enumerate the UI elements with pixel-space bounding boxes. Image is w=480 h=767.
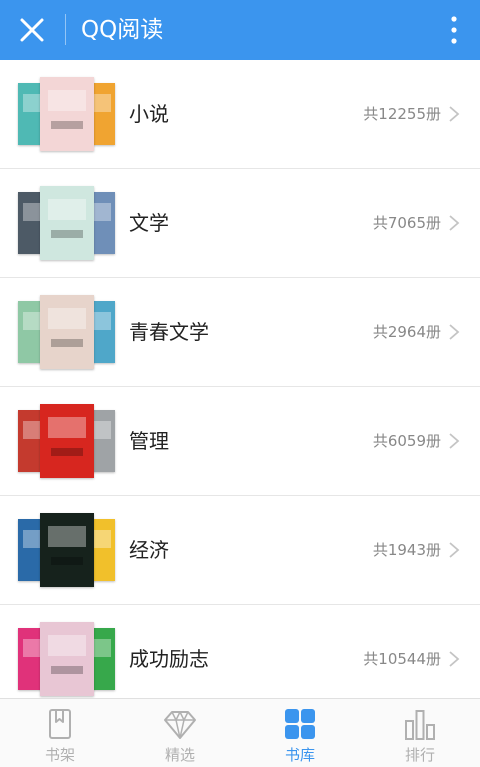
chevron-right-icon bbox=[449, 106, 460, 122]
book-count: 共7065册 bbox=[372, 214, 441, 232]
bookmark-icon bbox=[49, 709, 71, 739]
category-title: 经济 bbox=[129, 538, 169, 562]
tab-label: 排行 bbox=[404, 746, 435, 764]
category-title: 成功励志 bbox=[129, 647, 209, 671]
diamond-icon bbox=[164, 711, 196, 739]
chevron-right-icon bbox=[449, 651, 460, 667]
category-row-literature[interactable]: 文学 共7065册 bbox=[0, 169, 480, 278]
category-row-economics[interactable]: 经济 共1943册 bbox=[0, 496, 480, 605]
tab-ranking[interactable]: 排行 bbox=[360, 699, 480, 767]
chevron-right-icon bbox=[449, 542, 460, 558]
category-title: 管理 bbox=[129, 429, 169, 453]
category-title: 文学 bbox=[129, 211, 169, 235]
category-title: 青春文学 bbox=[129, 320, 209, 344]
chevron-right-icon bbox=[449, 324, 460, 340]
category-row-novel[interactable]: 小说 共12255册 bbox=[0, 60, 480, 169]
more-vertical-icon[interactable] bbox=[442, 12, 466, 48]
category-row-management[interactable]: 管理 共6059册 bbox=[0, 387, 480, 496]
book-count: 共2964册 bbox=[372, 323, 441, 341]
book-cover bbox=[40, 295, 94, 369]
chevron-right-icon bbox=[449, 215, 460, 231]
grid-icon bbox=[285, 709, 315, 739]
book-count: 共12255册 bbox=[363, 105, 441, 123]
tab-featured[interactable]: 精选 bbox=[120, 699, 240, 767]
tab-label: 书库 bbox=[284, 746, 315, 764]
tab-library[interactable]: 书库 bbox=[240, 699, 360, 767]
category-list: 小说 共12255册 文学 共7065册 青春文学 共2964册 管理 共605… bbox=[0, 60, 480, 698]
bar-chart-icon bbox=[405, 710, 435, 740]
category-row-success-motivation[interactable]: 成功励志 共10544册 bbox=[0, 605, 480, 698]
tab-label: 精选 bbox=[164, 746, 195, 764]
book-cover bbox=[40, 77, 94, 151]
book-cover-stack bbox=[18, 513, 115, 588]
book-count: 共6059册 bbox=[372, 432, 441, 450]
tab-label: 书架 bbox=[44, 746, 75, 764]
header-divider bbox=[65, 14, 66, 45]
book-cover bbox=[40, 186, 94, 260]
book-count: 共1943册 bbox=[372, 541, 441, 559]
top-bar: QQ阅读 bbox=[0, 0, 480, 60]
category-title: 小说 bbox=[129, 102, 169, 126]
chevron-right-icon bbox=[449, 433, 460, 449]
book-cover bbox=[40, 404, 94, 478]
book-cover-stack bbox=[18, 186, 115, 261]
book-cover-stack bbox=[18, 295, 115, 370]
book-cover-stack bbox=[18, 77, 115, 152]
category-row-youth-literature[interactable]: 青春文学 共2964册 bbox=[0, 278, 480, 387]
book-count: 共10544册 bbox=[363, 650, 441, 668]
close-icon[interactable] bbox=[14, 12, 50, 48]
book-cover bbox=[40, 513, 94, 587]
page-title: QQ阅读 bbox=[81, 17, 164, 43]
book-cover-stack bbox=[18, 622, 115, 697]
bottom-tab-bar: 书架 精选 书库 排行 bbox=[0, 698, 480, 767]
book-cover bbox=[40, 622, 94, 696]
tab-bookshelf[interactable]: 书架 bbox=[0, 699, 120, 767]
book-cover-stack bbox=[18, 404, 115, 479]
